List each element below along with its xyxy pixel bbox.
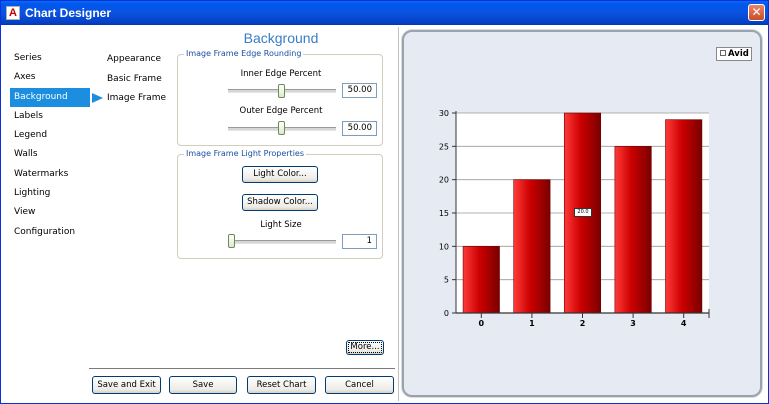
bar	[462, 246, 500, 314]
chart-designer-window: A Chart Designer ✕ Series Axes Backgroun…	[0, 0, 769, 404]
bar	[665, 119, 703, 314]
bar-chart: 0 5 10 15 20 25 30 0 1 2 3 4	[439, 109, 710, 328]
chart-legend: Avid	[716, 47, 752, 61]
x-tick-label: 3	[630, 319, 636, 328]
y-tick-label: 30	[439, 109, 449, 118]
bar	[513, 179, 551, 314]
legend-label: Avid	[728, 49, 749, 59]
y-tick-label: 20	[439, 176, 449, 185]
y-tick-label: 10	[439, 242, 449, 251]
y-tick-label: 0	[444, 309, 449, 318]
bar	[614, 146, 652, 314]
y-tick-label: 5	[444, 276, 449, 285]
y-tick-label: 25	[439, 142, 449, 151]
y-tick-label: 15	[439, 209, 449, 218]
data-label: 20.0	[574, 208, 592, 217]
x-tick-label: 0	[479, 319, 485, 328]
x-tick-label: 2	[580, 319, 586, 328]
x-tick-label: 1	[529, 319, 535, 328]
x-tick-label: 4	[681, 319, 687, 328]
legend-swatch-icon	[720, 50, 726, 56]
